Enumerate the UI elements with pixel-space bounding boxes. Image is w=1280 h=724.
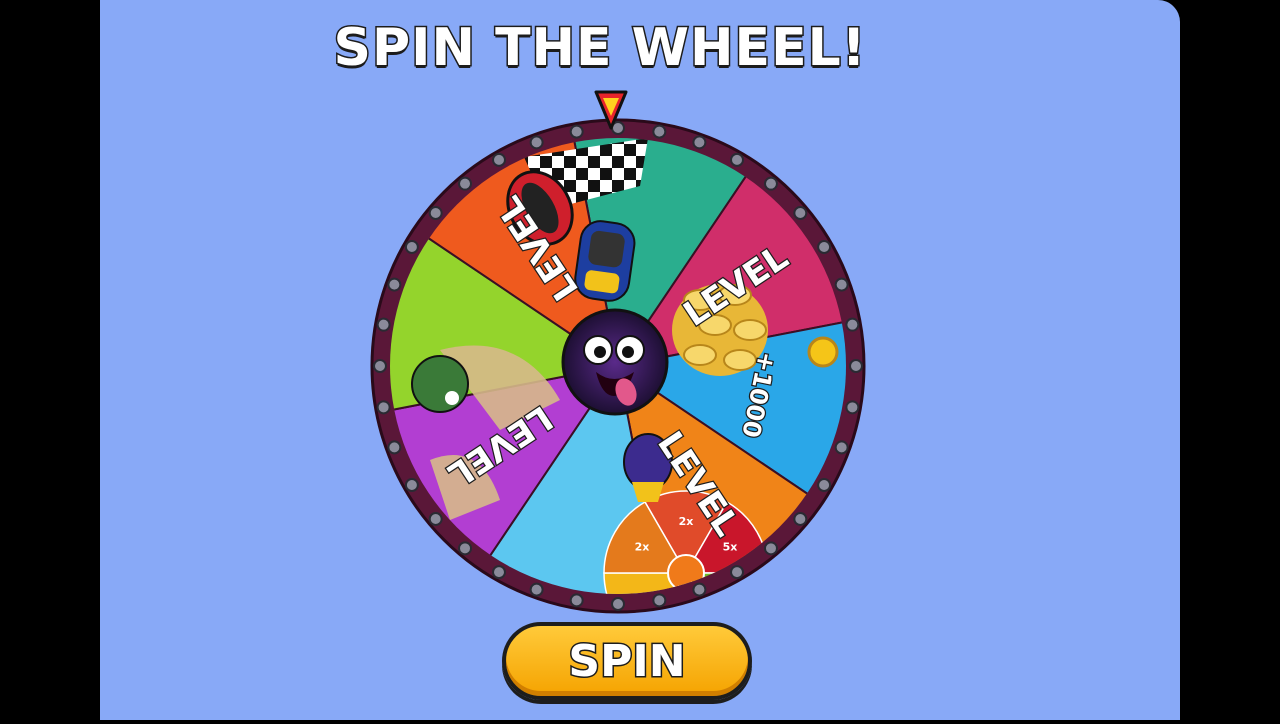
- rim-peg: [404, 478, 419, 492]
- rim-peg: [492, 152, 506, 167]
- rim-peg: [763, 541, 778, 556]
- rim-peg: [569, 593, 584, 608]
- rim-peg: [652, 593, 667, 608]
- rim-peg: [373, 359, 387, 373]
- rim-peg: [849, 359, 863, 373]
- mini-wheel-label: 2x: [635, 541, 650, 554]
- rim-peg: [492, 565, 506, 580]
- rim-peg: [793, 206, 808, 221]
- rim-peg: [428, 206, 443, 221]
- rim-peg: [652, 124, 667, 139]
- mini-wheel-label: 5x: [723, 541, 738, 554]
- prize-wheel[interactable]: 2x5x2x6x3x2x LEVEL+1000LEVELLEVELLEVEL: [0, 0, 1280, 720]
- mini-wheel-label: 2x: [679, 515, 694, 528]
- car-icon: [574, 220, 636, 302]
- spin-button-label: SPIN: [567, 634, 687, 688]
- rim-peg: [834, 440, 849, 455]
- rim-peg: [387, 277, 402, 292]
- rim-peg: [376, 317, 391, 332]
- rim-peg: [692, 582, 707, 597]
- rim-peg: [458, 541, 473, 556]
- rim-peg: [834, 277, 849, 292]
- rim-peg: [458, 176, 473, 191]
- rim-peg: [569, 124, 584, 139]
- rim-peg: [817, 240, 832, 254]
- rim-peg: [404, 240, 419, 254]
- rim-peg: [817, 478, 832, 492]
- wheel-hub[interactable]: [561, 308, 669, 416]
- mini-wheel-label: 2x: [723, 591, 738, 604]
- rim-peg: [793, 511, 808, 526]
- rim-peg: [376, 400, 391, 415]
- coin-icon: [807, 336, 839, 368]
- rim-peg: [692, 135, 707, 150]
- rim-peg: [529, 135, 544, 150]
- rim-peg: [387, 440, 402, 455]
- rim-peg: [763, 176, 778, 191]
- rim-peg: [845, 317, 860, 332]
- rim-peg: [529, 582, 544, 597]
- spin-button[interactable]: SPIN: [502, 622, 752, 700]
- rim-peg: [730, 565, 744, 580]
- rim-peg: [845, 400, 860, 415]
- rim-peg: [730, 152, 744, 167]
- rim-peg: [611, 597, 625, 611]
- rim-peg: [428, 511, 443, 526]
